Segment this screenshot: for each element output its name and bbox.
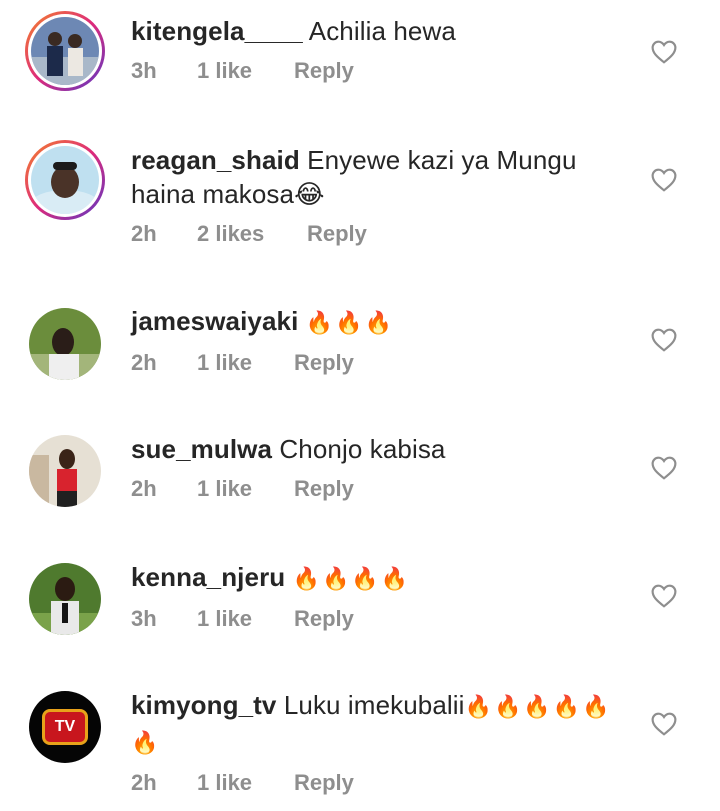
comment-meta: 2h 1 like Reply [131,348,631,378]
comment-text: kimyong_tv Luku imekubalii🔥🔥🔥🔥🔥🔥 [131,690,612,755]
comment-meta: 2h 2 likes Reply [131,219,631,249]
avatar[interactable] [25,559,105,639]
avatar[interactable] [25,11,105,91]
comment-meta: 3h 1 like Reply [131,604,631,634]
reply-button[interactable]: Reply [294,56,354,86]
comment-likes[interactable]: 2 likes [197,219,307,249]
avatar[interactable] [25,304,105,384]
comment-username[interactable]: kenna_njeru [131,562,285,592]
reply-button[interactable]: Reply [294,604,354,634]
heart-outline-icon[interactable] [651,168,677,192]
reply-button[interactable]: Reply [307,219,367,249]
comment-time: 2h [131,770,157,795]
reply-button[interactable]: Reply [294,474,354,504]
comment-username[interactable]: reagan_shaid [131,145,300,175]
comment-meta: 2h 1 like Reply [131,768,631,798]
comment-text: kenna_njeru 🔥🔥🔥🔥 [131,560,631,596]
comment-meta: 3h 1 like Reply [131,56,631,86]
laughing-emoji: 😂 [294,179,325,209]
comment-text: reagan_shaid Enyewe kazi ya Mungu haina … [131,145,577,209]
comment-likes[interactable]: 1 like [197,348,294,378]
avatar[interactable] [25,431,105,511]
avatar[interactable]: TV [25,687,105,767]
comment-time: 3h [131,58,157,83]
kimyong-tv-logo: TV [42,709,88,745]
comment-text: sue_mulwa Chonjo kabisa [131,434,446,464]
fire-emoji: 🔥🔥🔥🔥 [292,566,411,591]
comment-text: jameswaiyaki 🔥🔥🔥 [131,304,631,340]
comment-time: 2h [131,350,157,375]
comment-time: 2h [131,476,157,501]
comment-likes[interactable]: 1 like [197,604,294,634]
comment-username[interactable]: kimyong_tv [131,690,277,720]
heart-outline-icon[interactable] [651,712,677,736]
avatar[interactable] [25,140,105,220]
heart-outline-icon[interactable] [651,456,677,480]
fire-emoji: 🔥🔥🔥 [305,310,394,335]
heart-outline-icon[interactable] [651,40,677,64]
comment-likes[interactable]: 1 like [197,768,294,798]
reply-button[interactable]: Reply [294,768,354,798]
comment-meta: 2h 1 like Reply [131,474,631,504]
comment-text: kitengela____ Achilia hewa [131,16,456,46]
comment-username[interactable]: jameswaiyaki [131,306,298,336]
heart-outline-icon[interactable] [651,584,677,608]
reply-button[interactable]: Reply [294,348,354,378]
comment-username[interactable]: kitengela____ [131,16,303,46]
comment-time: 3h [131,606,157,631]
comment-likes[interactable]: 1 like [197,56,294,86]
comment-username[interactable]: sue_mulwa [131,434,272,464]
comment-likes[interactable]: 1 like [197,474,294,504]
heart-outline-icon[interactable] [651,328,677,352]
comment-time: 2h [131,221,157,246]
